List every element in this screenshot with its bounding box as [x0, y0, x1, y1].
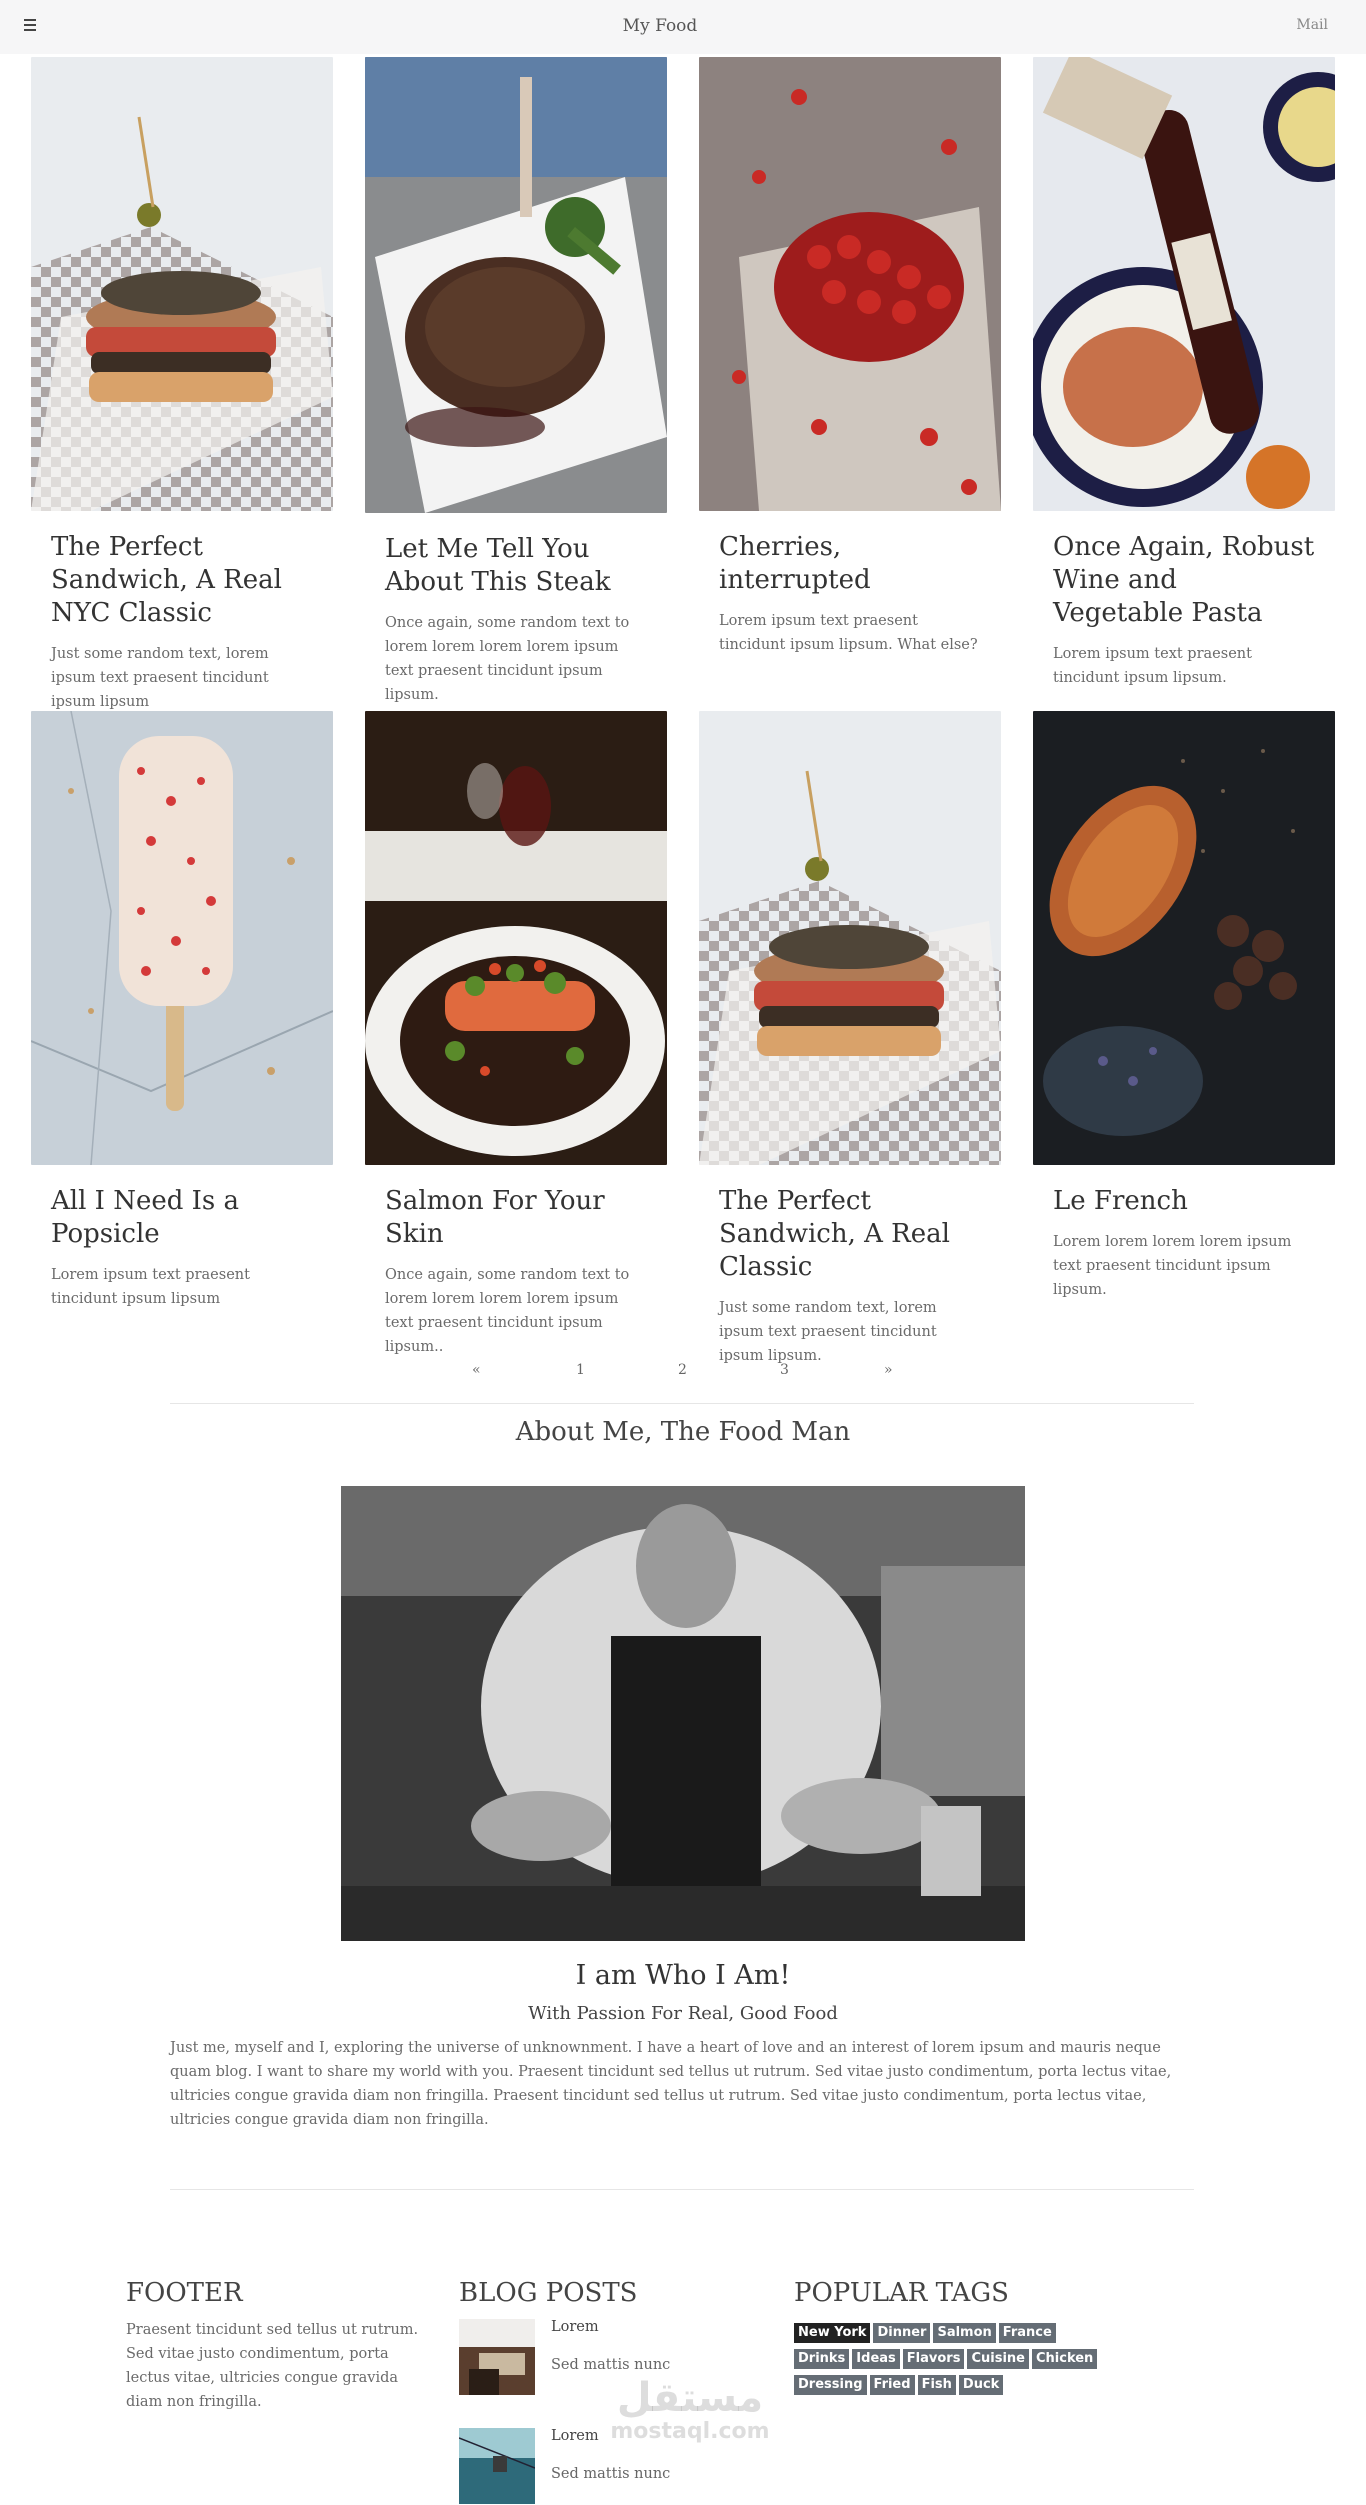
sandwich-image[interactable] — [31, 57, 333, 511]
about-subheading: With Passion For Real, Good Food — [528, 2003, 838, 2024]
post-card[interactable]: The Perfect Sandwich, A Real Classic Jus… — [699, 711, 1001, 1368]
sandwich-image[interactable] — [699, 711, 1001, 1165]
blog-post-subtitle: Sed mattis nunc — [551, 2466, 671, 2482]
watermark: مستقل mostaql.com — [600, 2376, 780, 2444]
tag[interactable]: Flavors — [902, 2349, 965, 2369]
tag[interactable]: New York — [794, 2323, 871, 2343]
blog-post-title[interactable]: Lorem — [551, 2428, 599, 2444]
watermark-latin: mostaql.com — [610, 2419, 770, 2444]
card-text: Once again, some random text to lorem lo… — [385, 615, 630, 703]
page-link-1[interactable]: 1 — [576, 1362, 585, 1378]
tag[interactable]: Chicken — [1031, 2349, 1098, 2369]
tag[interactable]: Dinner — [873, 2323, 931, 2343]
tag[interactable]: France — [998, 2323, 1056, 2343]
card-text: Lorem ipsum text praesent tincidunt ipsu… — [51, 1267, 250, 1307]
tag[interactable]: Fish — [917, 2375, 956, 2395]
chef-photo — [341, 1486, 1025, 1941]
about-title: About Me, The Food Man — [515, 1417, 851, 1447]
steak-image[interactable] — [365, 57, 667, 513]
about-heading: I am Who I Am! — [575, 1960, 791, 1991]
watermark-arabic: مستقل — [616, 2375, 764, 2421]
tag-cloud: New York Dinner Salmon France Drinks Ideas Fl… — [794, 2321, 1114, 2399]
card-title[interactable]: Let Me Tell You About This Steak — [385, 533, 647, 599]
divider — [170, 2189, 1194, 2190]
card-text: Lorem ipsum text praesent tincidunt ipsu… — [719, 613, 978, 653]
blog-post-title[interactable]: Lorem — [551, 2319, 599, 2335]
popular-tags-title: POPULAR TAGS — [794, 2278, 1009, 2308]
salmon-image[interactable] — [365, 711, 667, 1165]
card-text: Lorem ipsum text praesent tincidunt ipsu… — [1053, 646, 1252, 686]
card-title[interactable]: Cherries, interrupted — [719, 531, 981, 597]
card-text: Lorem lorem lorem lorem ipsum text praes… — [1053, 1234, 1292, 1298]
tag[interactable]: Salmon — [933, 2323, 996, 2343]
footer-text: Praesent tincidunt sed tellus ut rutrum.… — [126, 2322, 419, 2410]
card-title[interactable]: Once Again, Robust Wine and Vegetable Pa… — [1053, 531, 1315, 630]
card-title[interactable]: The Perfect Sandwich, A Real Classic — [719, 1185, 981, 1284]
pagination: « 1 2 3 » — [0, 1362, 1366, 1386]
tag[interactable]: Duck — [958, 2375, 1004, 2395]
about-body: Just me, myself and I, exploring the uni… — [170, 2040, 1172, 2128]
mail-link[interactable]: Mail — [1296, 17, 1328, 33]
card-title[interactable]: The Perfect Sandwich, A Real NYC Classic — [51, 531, 313, 630]
tag[interactable]: Drinks — [794, 2349, 850, 2369]
popsicle-image[interactable] — [31, 711, 333, 1165]
wine-pasta-image[interactable] — [1033, 57, 1335, 511]
post-card[interactable]: The Perfect Sandwich, A Real NYC Classic… — [31, 57, 333, 714]
card-title[interactable]: Salmon For Your Skin — [385, 1185, 647, 1251]
croissant-image[interactable] — [1033, 711, 1335, 1165]
blog-post-thumbnail[interactable] — [459, 2428, 535, 2504]
card-text: Just some random text, lorem ipsum text … — [719, 1300, 937, 1364]
tag[interactable]: Cuisine — [967, 2349, 1029, 2369]
tag[interactable]: Ideas — [852, 2349, 900, 2369]
cherries-image[interactable] — [699, 57, 1001, 511]
page-link-3[interactable]: 3 — [780, 1362, 789, 1378]
post-card[interactable]: Once Again, Robust Wine and Vegetable Pa… — [1033, 57, 1335, 690]
card-title[interactable]: All I Need Is a Popsicle — [51, 1185, 313, 1251]
page-link-2[interactable]: 2 — [678, 1362, 687, 1378]
post-card[interactable]: All I Need Is a Popsicle Lorem ipsum tex… — [31, 711, 333, 1311]
post-card[interactable]: Salmon For Your Skin Once again, some ra… — [365, 711, 667, 1359]
tag[interactable]: Dressing — [794, 2375, 867, 2395]
prev-page-button[interactable]: « — [472, 1362, 481, 1378]
blog-post-subtitle: Sed mattis nunc — [551, 2357, 671, 2373]
post-card[interactable]: Cherries, interrupted Lorem ipsum text p… — [699, 57, 1001, 657]
post-card[interactable]: Let Me Tell You About This Steak Once ag… — [365, 57, 667, 707]
top-bar: My Food Mail — [0, 0, 1366, 54]
blog-post-thumbnail[interactable] — [459, 2319, 535, 2395]
card-title[interactable]: Le French — [1053, 1185, 1315, 1218]
tag[interactable]: Fried — [869, 2375, 915, 2395]
post-card[interactable]: Le French Lorem lorem lorem lorem ipsum … — [1033, 711, 1335, 1302]
divider — [170, 1403, 1194, 1404]
next-page-button[interactable]: » — [884, 1362, 893, 1378]
card-text: Once again, some random text to lorem lo… — [385, 1267, 630, 1355]
site-title[interactable]: My Food — [0, 16, 1320, 36]
blog-posts-title: BLOG POSTS — [459, 2278, 638, 2308]
footer-title: FOOTER — [126, 2278, 243, 2308]
card-text: Just some random text, lorem ipsum text … — [51, 646, 269, 710]
